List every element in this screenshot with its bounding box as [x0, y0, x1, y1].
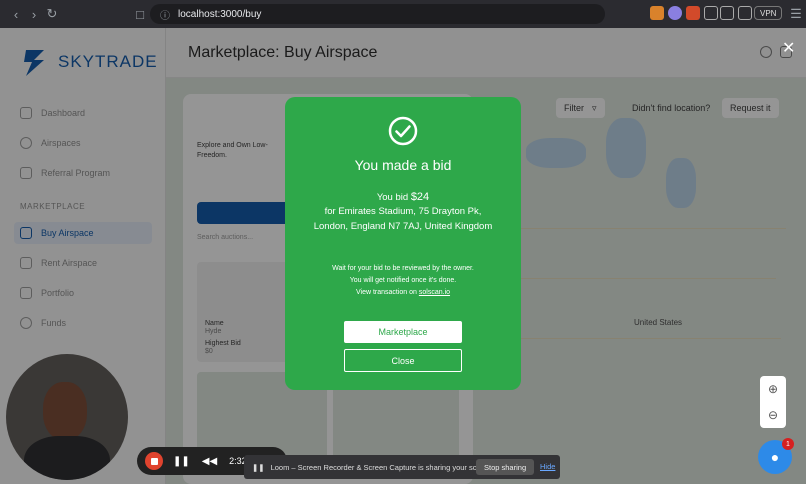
extensions-puzzle-icon[interactable] — [704, 6, 718, 20]
marketplace-button[interactable]: Marketplace — [344, 321, 462, 343]
forward-icon[interactable]: › — [24, 4, 44, 24]
close-icon[interactable]: ✕ — [782, 38, 795, 58]
rewind-icon[interactable]: ◀◀ — [202, 456, 217, 467]
bid-prefix: You bid — [376, 192, 411, 203]
bookmark-icon[interactable]: □ — [130, 4, 150, 24]
camera-face — [43, 382, 87, 440]
address-bar[interactable]: ⓘ localhost:3000/buy — [150, 4, 605, 24]
check-circle-icon — [388, 116, 418, 146]
menu-icon[interactable]: ☰ — [786, 4, 806, 24]
wallet-icon[interactable] — [738, 6, 752, 20]
map-zoom-controls: ⊕ ⊖ — [760, 376, 786, 428]
chat-bubble-icon: ● — [770, 449, 780, 465]
chat-badge: 1 — [782, 438, 794, 450]
solscan-link[interactable]: solscan.io — [419, 289, 450, 296]
info-line-1: Wait for your bid to be reviewed by the … — [332, 265, 474, 272]
loom-camera-bubble[interactable] — [6, 354, 128, 480]
camera-body — [24, 436, 110, 480]
site-info-icon[interactable]: ⓘ — [160, 7, 170, 22]
close-button[interactable]: Close — [344, 349, 462, 372]
zoom-in-icon[interactable]: ⊕ — [760, 376, 786, 402]
bid-amount: $24 — [410, 191, 430, 203]
location-line-2: London, England N7 7AJ, United Kingdom — [313, 221, 493, 232]
browser-toolbar: ‹ › ↻ □ ⓘ localhost:3000/buy VPN ☰ — [0, 0, 806, 28]
bid-success-modal: You made a bid You bid $24 for Emirates … — [285, 97, 521, 390]
pause-icon[interactable]: ❚❚ — [173, 456, 190, 467]
reload-icon[interactable]: ↻ — [42, 4, 62, 24]
stop-recording-button[interactable] — [145, 452, 163, 470]
bid-amount-line: You bid $24 — [285, 191, 521, 203]
extension-red-icon[interactable] — [686, 6, 700, 20]
drag-handle-icon[interactable]: ❚❚ — [252, 463, 265, 472]
extension-icon[interactable] — [668, 6, 682, 20]
stop-sharing-button[interactable]: Stop sharing — [476, 459, 535, 475]
info-line-2: You will get notified once it's done. — [349, 277, 457, 284]
back-icon[interactable]: ‹ — [6, 4, 26, 24]
url-text: localhost:3000/buy — [178, 8, 262, 20]
screen-share-bar: ❚❚ Loom – Screen Recorder & Screen Captu… — [244, 455, 560, 479]
info-line-3-prefix: View transaction on — [355, 289, 419, 296]
modal-title: You made a bid — [354, 157, 452, 173]
location-line-1: for Emirates Stadium, 75 Drayton Pk, — [324, 206, 482, 217]
extension-fox-icon[interactable] — [650, 6, 664, 20]
hide-button[interactable]: Hide — [540, 462, 555, 471]
sidebar-toggle-icon[interactable] — [720, 6, 734, 20]
vpn-button[interactable]: VPN — [754, 6, 783, 20]
share-text: Loom – Screen Recorder & Screen Capture … — [270, 462, 494, 472]
info-line-3: View transaction on solscan.io — [285, 289, 521, 296]
zoom-out-icon[interactable]: ⊖ — [760, 402, 786, 428]
